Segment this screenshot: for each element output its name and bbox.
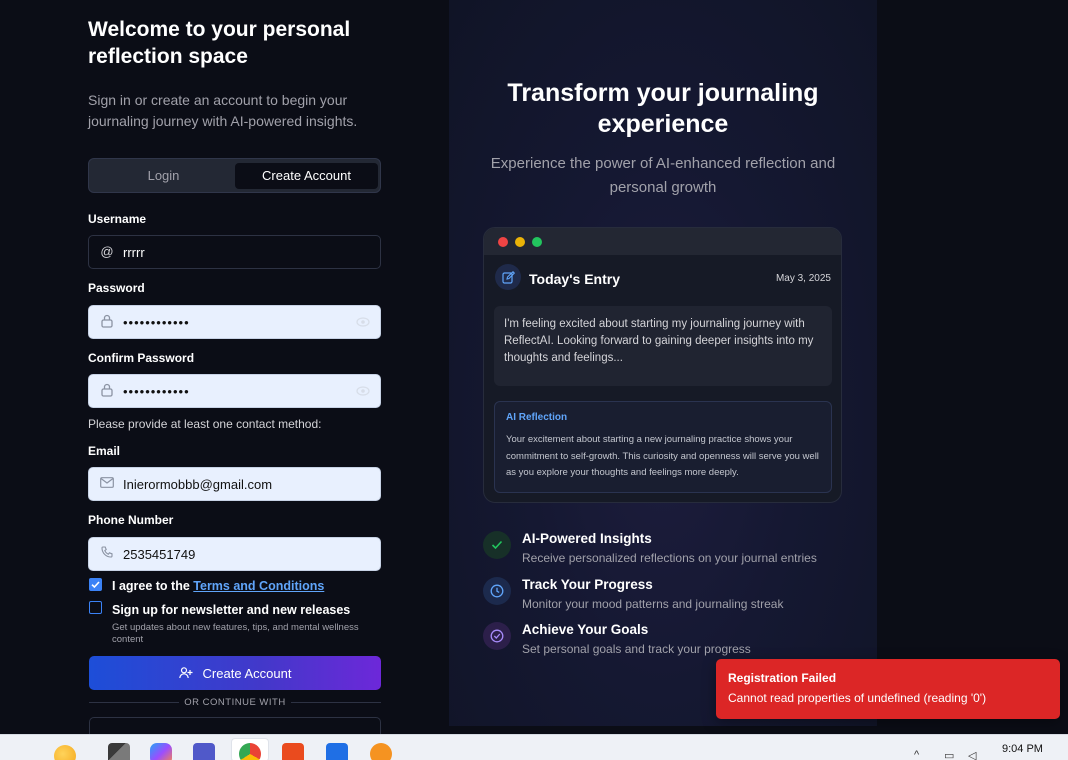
feature-title: AI-Powered Insights xyxy=(522,531,652,546)
minimize-dot-icon xyxy=(515,237,525,247)
mail-app-icon[interactable] xyxy=(326,743,348,760)
promo-panel: Transform your journaling experience Exp… xyxy=(449,0,877,726)
feature-description: Receive personalized reflections on your… xyxy=(522,551,817,565)
task-view-icon[interactable] xyxy=(108,743,130,760)
chevron-up-icon[interactable]: ^ xyxy=(914,749,919,760)
network-icon[interactable]: ▭ xyxy=(944,749,954,760)
confirm-password-input[interactable] xyxy=(123,375,343,407)
maximize-dot-icon xyxy=(532,237,542,247)
feature-item: AI-Powered Insights Receive personalized… xyxy=(483,531,863,571)
confirm-password-label: Confirm Password xyxy=(88,351,195,365)
volume-icon[interactable]: ◁ xyxy=(968,749,976,760)
welcome-subtitle: Sign in or create an account to begin yo… xyxy=(88,92,358,129)
check-icon xyxy=(483,531,511,559)
close-dot-icon xyxy=(498,237,508,247)
entry-date: May 3, 2025 xyxy=(775,273,831,284)
toast-title: Registration Failed xyxy=(728,671,837,685)
ai-reflection-text: Your excitement about starting a new jou… xyxy=(506,434,819,478)
edit-icon xyxy=(495,264,521,290)
or-divider: OR CONTINUE WITH xyxy=(89,696,381,708)
teams-icon[interactable] xyxy=(193,743,215,760)
journal-preview-card: Today's Entry May 3, 2025 I'm feeling ex… xyxy=(483,227,842,503)
password-label: Password xyxy=(88,281,145,295)
username-field[interactable]: @ xyxy=(88,235,381,269)
welcome-title: Welcome to your personal reflection spac… xyxy=(88,18,351,68)
feature-item: Track Your Progress Monitor your mood pa… xyxy=(483,577,863,617)
lock-icon xyxy=(99,383,115,399)
auth-panel: Welcome to your personal reflection spac… xyxy=(0,0,449,737)
feature-item: Achieve Your Goals Set personal goals an… xyxy=(483,622,863,662)
tab-create-account[interactable]: Create Account xyxy=(235,163,378,189)
app-icon[interactable] xyxy=(370,743,392,760)
username-input[interactable] xyxy=(123,236,343,268)
feature-description: Set personal goals and track your progre… xyxy=(522,642,751,656)
check-icon xyxy=(91,581,100,589)
tab-login[interactable]: Login xyxy=(92,163,235,189)
at-icon: @ xyxy=(100,244,114,259)
phone-label: Phone Number xyxy=(88,513,174,527)
error-toast[interactable]: Registration Failed Cannot read properti… xyxy=(716,659,1060,719)
terms-label-text: I agree to the xyxy=(112,579,194,593)
page-background xyxy=(877,0,1068,734)
mail-icon xyxy=(99,476,115,492)
email-label: Email xyxy=(88,444,121,458)
ai-reflection-box: AI Reflection Your excitement about star… xyxy=(494,401,832,493)
show-password-icon[interactable] xyxy=(356,385,370,397)
feature-title: Achieve Your Goals xyxy=(522,622,649,637)
taskbar: ^ ▭ ◁ 9:04 PM xyxy=(0,734,1068,760)
auth-tabs: Login Create Account xyxy=(88,158,381,193)
copilot-icon[interactable] xyxy=(150,743,172,760)
feature-description: Monitor your mood patterns and journalin… xyxy=(522,597,784,611)
clock-icon xyxy=(483,577,511,605)
newsletter-label: Sign up for newsletter and new releases xyxy=(112,603,351,617)
email-field[interactable] xyxy=(88,467,381,501)
lock-icon xyxy=(99,314,115,330)
clock-time[interactable]: 9:04 PM xyxy=(1002,743,1043,755)
app-icon[interactable] xyxy=(282,743,304,760)
password-input[interactable] xyxy=(123,306,343,338)
newsletter-description: Get updates about new features, tips, an… xyxy=(112,622,359,645)
password-field[interactable] xyxy=(88,305,381,339)
show-password-icon[interactable] xyxy=(356,316,370,328)
terms-label: I agree to the Terms and Conditions xyxy=(112,579,324,593)
window-titlebar xyxy=(484,228,841,255)
terms-checkbox[interactable] xyxy=(89,578,102,591)
phone-field[interactable] xyxy=(88,537,381,571)
check-circle-icon xyxy=(483,622,511,650)
promo-subtitle: Experience the power of AI-enhanced refl… xyxy=(490,155,836,196)
create-account-label: Create Account xyxy=(202,665,292,681)
username-label: Username xyxy=(88,212,147,226)
ai-reflection-title: AI Reflection xyxy=(506,412,568,423)
divider-text: OR CONTINUE WITH xyxy=(184,697,286,708)
weather-icon[interactable] xyxy=(54,745,76,760)
entry-heading: Today's Entry xyxy=(529,271,620,287)
contact-method-note: Please provide at least one contact meth… xyxy=(88,417,322,431)
chrome-icon[interactable] xyxy=(239,743,261,760)
email-input[interactable] xyxy=(123,468,343,500)
entry-text: I'm feeling excited about starting my jo… xyxy=(494,306,832,386)
feature-title: Track Your Progress xyxy=(522,577,653,592)
user-plus-icon xyxy=(178,667,193,679)
create-account-button[interactable]: Create Account xyxy=(89,656,381,690)
phone-icon xyxy=(99,546,115,562)
terms-link[interactable]: Terms and Conditions xyxy=(193,579,324,593)
promo-title: Transform your journaling experience xyxy=(507,79,819,138)
newsletter-checkbox[interactable] xyxy=(89,601,102,614)
confirm-password-field[interactable] xyxy=(88,374,381,408)
toast-message: Cannot read properties of undefined (rea… xyxy=(728,691,987,705)
phone-input[interactable] xyxy=(123,538,343,570)
